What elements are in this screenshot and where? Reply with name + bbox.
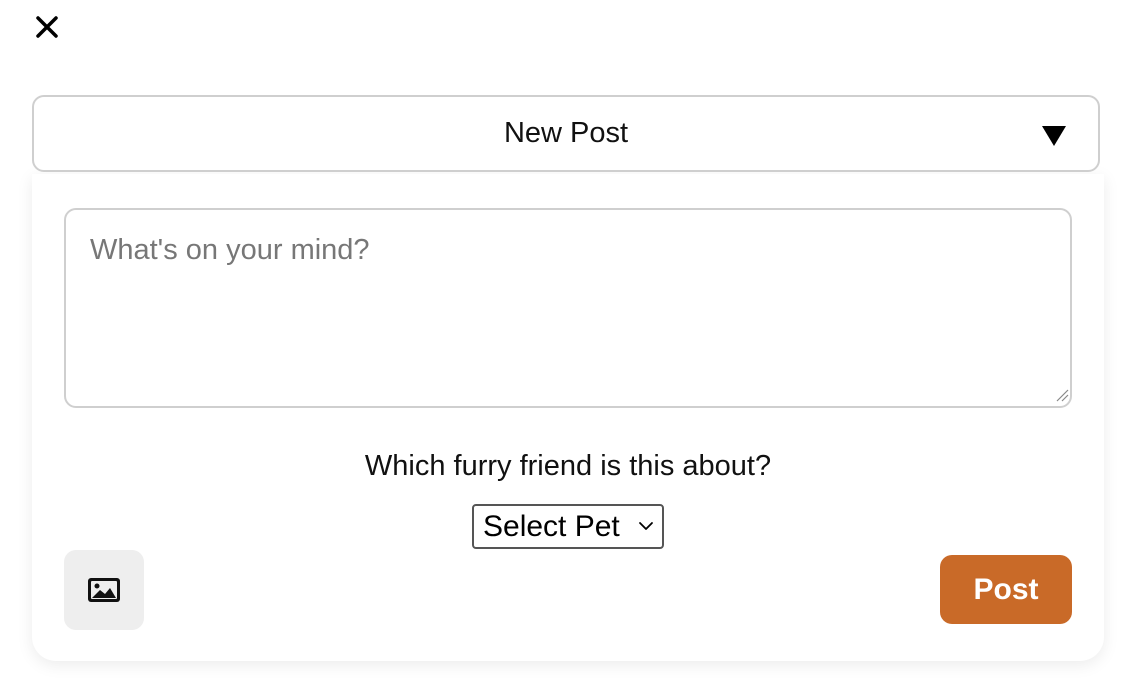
pet-select[interactable]: Select Pet [472, 504, 664, 549]
pet-question-label: Which furry friend is this about? [364, 450, 772, 482]
post-button[interactable]: Post [940, 555, 1072, 624]
pet-select-value: Select Pet [483, 509, 620, 543]
chevron-down-icon [639, 522, 653, 530]
post-text-input[interactable] [64, 208, 1072, 408]
close-icon [36, 16, 58, 38]
close-button[interactable] [30, 10, 64, 44]
new-post-toggle[interactable]: New Post [32, 95, 1100, 172]
resize-grip-icon[interactable] [1055, 388, 1069, 402]
new-post-title: New Post [503, 117, 629, 149]
triangle-down-icon [1042, 126, 1066, 146]
post-composer-card: Which furry friend is this about? Select… [32, 174, 1104, 661]
image-icon [88, 578, 120, 602]
add-image-button[interactable] [64, 550, 144, 630]
